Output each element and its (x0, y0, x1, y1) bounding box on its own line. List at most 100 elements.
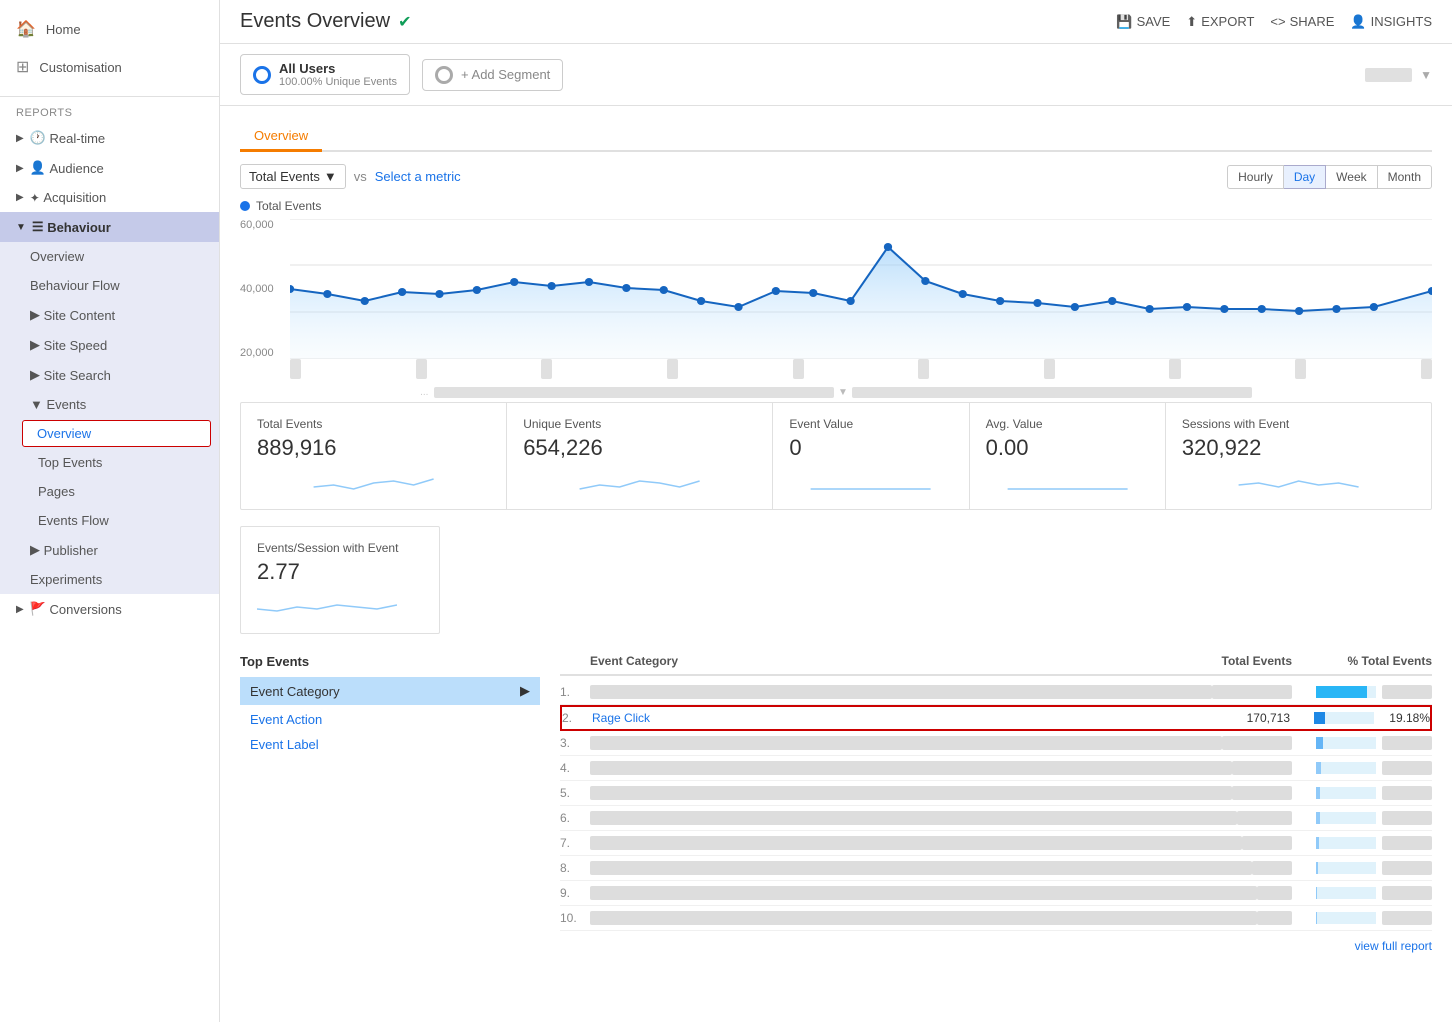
event-action-link[interactable]: Event Action (240, 707, 540, 732)
sidebar-item-behaviour-overview[interactable]: Overview (0, 242, 219, 271)
audience-arrow: ▶ (16, 163, 24, 174)
row-1-num: 1. (560, 685, 590, 699)
time-btn-hourly[interactable]: Hourly (1227, 165, 1284, 189)
sidebar: 🏠 Home ⊞ Customisation REPORTS ▶ 🕐 Real-… (0, 0, 220, 1022)
legend-label: Total Events (256, 199, 321, 213)
y-label-60k: 60,000 (240, 219, 290, 231)
add-segment-button[interactable]: + Add Segment (422, 59, 563, 91)
row-3-name[interactable] (590, 736, 1222, 750)
sidebar-item-pages[interactable]: Pages (0, 477, 219, 506)
row-4-total (1232, 761, 1292, 775)
events-table: Event Category Total Events % Total Even… (560, 654, 1432, 961)
sidebar-item-events-overview[interactable]: Overview (22, 420, 211, 447)
realtime-arrow: ▶ (16, 133, 24, 144)
row-2-name[interactable]: Rage Click (592, 711, 1170, 725)
y-label-40k: 40,000 (240, 283, 290, 295)
row-2-num: 2. (562, 711, 592, 725)
row-9-name[interactable] (590, 886, 1257, 900)
row-2-pct-text: 19.18% (1380, 711, 1430, 725)
row-10-name[interactable] (590, 911, 1257, 925)
time-btn-month[interactable]: Month (1378, 165, 1432, 189)
export-button[interactable]: ⬆ EXPORT (1186, 14, 1254, 30)
events-per-session-value: 2.77 (257, 559, 423, 585)
metric-sessions-value: 320,922 (1182, 435, 1415, 461)
metric-sessions-with-event: Sessions with Event 320,922 (1166, 403, 1431, 509)
conversions-label: Conversions (50, 602, 122, 617)
row-9-total (1257, 886, 1292, 900)
metric-event-value-label: Event Value (789, 417, 952, 431)
sidebar-item-customisation[interactable]: ⊞ Customisation (0, 48, 219, 86)
sidebar-item-home[interactable]: 🏠 Home (0, 10, 219, 48)
metric-event-value: Event Value 0 (773, 403, 969, 509)
add-segment-icon (435, 66, 453, 84)
metric-total-events-label: Total Events (257, 417, 490, 431)
sidebar-item-site-speed[interactable]: ▶ Site Speed (0, 330, 219, 360)
time-btn-week[interactable]: Week (1326, 165, 1377, 189)
row-4-name[interactable] (590, 761, 1232, 775)
page-title: Events Overview ✔ (240, 10, 411, 33)
col-total-header: Total Events (1172, 654, 1292, 668)
row-8-num: 8. (560, 861, 590, 875)
metric-unique-events-value: 654,226 (523, 435, 756, 461)
verified-icon: ✔ (398, 12, 411, 32)
sidebar-item-audience[interactable]: ▶ 👤 Audience (0, 153, 219, 183)
time-btn-day[interactable]: Day (1284, 165, 1326, 189)
behaviour-icon: ☰ (32, 219, 44, 235)
select-metric-link[interactable]: Select a metric (375, 169, 461, 184)
chart-legend: Total Events (240, 199, 1432, 213)
row-2-bar (1314, 712, 1374, 724)
row-6-num: 6. (560, 811, 590, 825)
table-row: 4. (560, 756, 1432, 781)
sidebar-item-realtime[interactable]: ▶ 🕐 Real-time (0, 123, 219, 153)
sidebar-item-site-search[interactable]: ▶ Site Search (0, 360, 219, 390)
sidebar-item-experiments[interactable]: Experiments (0, 565, 219, 594)
sidebar-item-top-events[interactable]: Top Events (0, 448, 219, 477)
sidebar-item-conversions[interactable]: ▶ 🚩 Conversions (0, 594, 219, 624)
top-events-category-label: Event Category (250, 684, 340, 699)
save-label: SAVE (1137, 14, 1171, 29)
tab-bar: Overview (240, 122, 1432, 152)
top-events-category-arrow: ▶ (520, 683, 530, 699)
row-3-total (1222, 736, 1292, 750)
sidebar-item-events-flow[interactable]: Events Flow (0, 506, 219, 535)
row-10-num: 10. (560, 911, 590, 925)
row-1-bar (1316, 686, 1376, 698)
row-6-name[interactable] (590, 811, 1237, 825)
sidebar-item-behaviour[interactable]: ▼ ☰ Behaviour (0, 212, 219, 242)
row-1-name[interactable] (590, 685, 1212, 699)
sidebar-item-publisher[interactable]: ▶ Publisher (0, 535, 219, 565)
row-8-name[interactable] (590, 861, 1252, 875)
row-2-pct: 19.18% (1290, 711, 1430, 725)
row-6-pct (1292, 811, 1432, 825)
row-4-bar (1316, 762, 1376, 774)
sidebar-item-site-content[interactable]: ▶ Site Content (0, 300, 219, 330)
top-events-category-item[interactable]: Event Category ▶ (240, 677, 540, 705)
add-segment-label: + Add Segment (461, 67, 550, 82)
account-info: ▼ (1365, 68, 1432, 82)
metric-sessions-sparkline (1182, 467, 1415, 495)
acquisition-icon: ✦ (30, 191, 40, 205)
row-7-name[interactable] (590, 836, 1242, 850)
row-5-name[interactable] (590, 786, 1232, 800)
event-label-link[interactable]: Event Label (240, 732, 540, 757)
home-icon: 🏠 (16, 19, 36, 39)
all-users-segment[interactable]: All Users 100.00% Unique Events (240, 54, 410, 95)
y-axis: 60,000 40,000 20,000 (240, 219, 290, 359)
table-row: 6. (560, 806, 1432, 831)
share-button[interactable]: <> SHARE (1270, 14, 1334, 29)
insights-button[interactable]: 👤 INSIGHTS (1350, 14, 1432, 30)
account-dropdown-icon[interactable]: ▼ (1420, 68, 1432, 82)
reports-section-label: REPORTS (0, 97, 219, 123)
realtime-label: Real-time (50, 131, 106, 146)
sidebar-item-events[interactable]: ▼ Events (0, 390, 219, 419)
tab-overview[interactable]: Overview (240, 122, 322, 152)
chart-svg (290, 219, 1432, 359)
events-per-session-card: Events/Session with Event 2.77 (240, 526, 440, 634)
metric-dropdown[interactable]: Total Events ▼ (240, 164, 346, 189)
save-button[interactable]: 💾 SAVE (1116, 14, 1170, 30)
row-3-pct (1292, 736, 1432, 750)
sidebar-item-acquisition[interactable]: ▶ ✦ Acquisition (0, 183, 219, 212)
sidebar-item-behaviour-flow[interactable]: Behaviour Flow (0, 271, 219, 300)
metric-unique-events-sparkline (523, 467, 756, 495)
view-full-report-link[interactable]: view full report (560, 931, 1432, 961)
